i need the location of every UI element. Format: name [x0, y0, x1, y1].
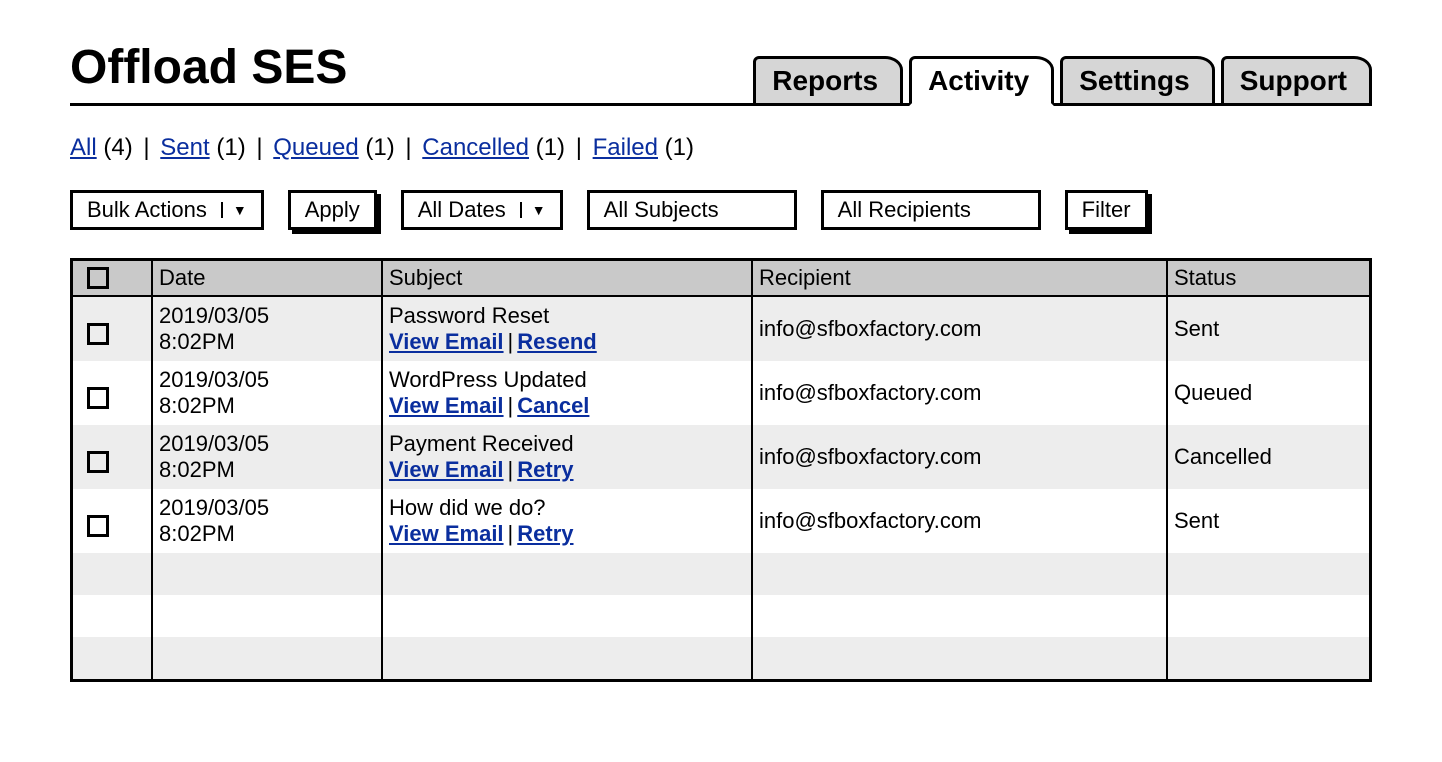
cell-date: 2019/03/05 8:02PM	[153, 425, 383, 489]
filter-sent[interactable]: Sent	[160, 134, 209, 161]
cell-recipient: info@sfboxfactory.com	[753, 297, 1168, 361]
table-header: Date Subject Recipient Status	[73, 261, 1369, 297]
activity-table: Date Subject Recipient Status 2019/03/05…	[70, 258, 1372, 682]
select-all-checkbox[interactable]	[87, 267, 109, 289]
table-row-empty	[73, 595, 1369, 637]
cell-status: Sent	[1168, 489, 1368, 553]
tab-reports[interactable]: Reports	[753, 56, 903, 106]
col-subject[interactable]: Subject	[383, 261, 753, 295]
table-row-empty	[73, 637, 1369, 679]
apply-button[interactable]: Apply	[288, 190, 377, 230]
col-recipient[interactable]: Recipient	[753, 261, 1168, 295]
cell-status: Cancelled	[1168, 425, 1368, 489]
chevron-down-icon: ▼	[221, 202, 247, 218]
recipients-input[interactable]: All Recipients	[821, 190, 1041, 230]
cell-date: 2019/03/05 8:02PM	[153, 361, 383, 425]
bulk-actions-select[interactable]: Bulk Actions ▼	[70, 190, 264, 230]
cell-recipient: info@sfboxfactory.com	[753, 361, 1168, 425]
table-row: 2019/03/05 8:02PM Payment Received View …	[73, 425, 1369, 489]
tab-support[interactable]: Support	[1221, 56, 1372, 106]
date-line1: 2019/03/05	[159, 495, 375, 521]
date-line2: 8:02PM	[159, 393, 375, 419]
status-filters: All (4) | Sent (1) | Queued (1) | Cancel…	[70, 134, 1372, 162]
col-checkbox	[73, 261, 153, 295]
subject-text: Payment Received	[389, 431, 745, 457]
filter-cancelled-count: 1	[544, 134, 557, 161]
filter-queued-count: 1	[373, 134, 386, 161]
empty-rows	[73, 553, 1369, 679]
dates-label: All Dates	[418, 197, 506, 223]
tab-settings[interactable]: Settings	[1060, 56, 1214, 106]
table-row-empty	[73, 553, 1369, 595]
cell-recipient: info@sfboxfactory.com	[753, 425, 1168, 489]
subject-text: How did we do?	[389, 495, 745, 521]
tabs: Reports Activity Settings Support	[753, 56, 1372, 106]
filter-failed-count: 1	[673, 134, 686, 161]
filter-sent-count: 1	[224, 134, 237, 161]
cell-date: 2019/03/05 8:02PM	[153, 489, 383, 553]
cell-subject: Payment Received View Email|Retry	[383, 425, 753, 489]
filter-failed[interactable]: Failed	[593, 134, 658, 161]
row-checkbox[interactable]	[87, 323, 109, 345]
view-email-link[interactable]: View Email	[389, 329, 504, 354]
row-checkbox[interactable]	[87, 515, 109, 537]
col-date[interactable]: Date	[153, 261, 383, 295]
header: Offload SES Reports Activity Settings Su…	[70, 40, 1372, 106]
subject-text: WordPress Updated	[389, 367, 745, 393]
cell-recipient: info@sfboxfactory.com	[753, 489, 1168, 553]
cell-status: Sent	[1168, 297, 1368, 361]
row-action-link[interactable]: Retry	[517, 521, 573, 546]
filter-cancelled[interactable]: Cancelled	[422, 134, 529, 161]
table-row: 2019/03/05 8:02PM Password Reset View Em…	[73, 297, 1369, 361]
table-row: 2019/03/05 8:02PM WordPress Updated View…	[73, 361, 1369, 425]
date-line2: 8:02PM	[159, 521, 375, 547]
filter-queued[interactable]: Queued	[273, 134, 358, 161]
filter-button[interactable]: Filter	[1065, 190, 1148, 230]
row-action-link[interactable]: Retry	[517, 457, 573, 482]
tab-activity[interactable]: Activity	[909, 56, 1054, 106]
table-row: 2019/03/05 8:02PM How did we do? View Em…	[73, 489, 1369, 553]
page-title: Offload SES	[70, 40, 753, 95]
date-line2: 8:02PM	[159, 329, 375, 355]
filter-all-count: 4	[111, 134, 124, 161]
date-line1: 2019/03/05	[159, 367, 375, 393]
row-action-link[interactable]: Resend	[517, 329, 596, 354]
row-action-link[interactable]: Cancel	[517, 393, 589, 418]
view-email-link[interactable]: View Email	[389, 457, 504, 482]
cell-subject: Password Reset View Email|Resend	[383, 297, 753, 361]
cell-date: 2019/03/05 8:02PM	[153, 297, 383, 361]
bulk-actions-label: Bulk Actions	[87, 197, 207, 223]
date-line2: 8:02PM	[159, 457, 375, 483]
row-checkbox[interactable]	[87, 387, 109, 409]
cell-subject: WordPress Updated View Email|Cancel	[383, 361, 753, 425]
cell-subject: How did we do? View Email|Retry	[383, 489, 753, 553]
filter-all[interactable]: All	[70, 134, 97, 161]
controls: Bulk Actions ▼ Apply All Dates ▼ All Sub…	[70, 190, 1372, 230]
row-checkbox[interactable]	[87, 451, 109, 473]
date-line1: 2019/03/05	[159, 431, 375, 457]
cell-status: Queued	[1168, 361, 1368, 425]
view-email-link[interactable]: View Email	[389, 393, 504, 418]
col-status[interactable]: Status	[1168, 261, 1368, 295]
subjects-input[interactable]: All Subjects	[587, 190, 797, 230]
chevron-down-icon: ▼	[520, 202, 546, 218]
subject-text: Password Reset	[389, 303, 745, 329]
dates-select[interactable]: All Dates ▼	[401, 190, 563, 230]
date-line1: 2019/03/05	[159, 303, 375, 329]
view-email-link[interactable]: View Email	[389, 521, 504, 546]
